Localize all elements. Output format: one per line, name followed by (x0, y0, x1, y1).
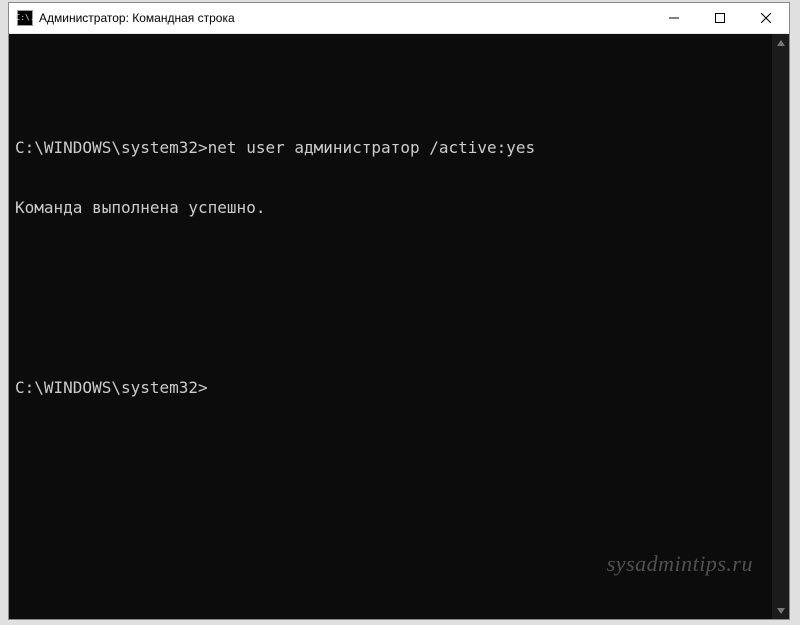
maximize-button[interactable] (697, 3, 743, 33)
blank-line (15, 318, 766, 338)
terminal-line-command: C:\WINDOWS\system32>net user администрат… (15, 138, 766, 158)
scroll-up-button[interactable] (772, 34, 789, 51)
minimize-button[interactable] (651, 3, 697, 33)
cmd-icon-text: C:\. (15, 14, 34, 22)
chevron-down-icon (777, 608, 785, 614)
vertical-scrollbar[interactable] (772, 34, 789, 619)
cmd-icon: C:\. (17, 10, 33, 26)
minimize-icon (669, 13, 679, 23)
maximize-icon (715, 13, 725, 23)
terminal-line-response: Команда выполнена успешно. (15, 198, 766, 218)
titlebar[interactable]: C:\. Администратор: Командная строка (9, 3, 789, 34)
scroll-down-button[interactable] (772, 602, 789, 619)
terminal-line-prompt: C:\WINDOWS\system32> (15, 378, 766, 398)
blank-line (15, 258, 766, 278)
cmd-window: C:\. Администратор: Командная строка C:\… (8, 2, 790, 620)
blank-line (15, 78, 766, 98)
client-area: C:\WINDOWS\system32>net user администрат… (9, 34, 789, 619)
window-title: Администратор: Командная строка (39, 11, 235, 25)
terminal-output[interactable]: C:\WINDOWS\system32>net user администрат… (9, 34, 772, 619)
close-icon (761, 13, 771, 23)
chevron-up-icon (777, 40, 785, 46)
close-button[interactable] (743, 3, 789, 33)
